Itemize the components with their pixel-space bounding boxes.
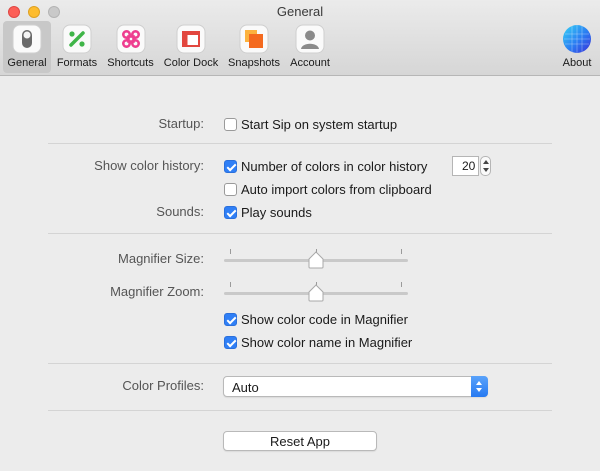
start-on-startup-checkbox[interactable] (224, 117, 237, 131)
magnifier-size-slider[interactable] (224, 249, 408, 269)
tab-snapshots-label: Snapshots (228, 57, 280, 69)
select-arrows-icon[interactable] (471, 376, 488, 397)
divider (48, 363, 552, 364)
color-profiles-select[interactable]: Auto (223, 376, 488, 397)
start-on-startup-row[interactable]: Start Sip on system startup (224, 116, 397, 132)
slider-tick (401, 282, 402, 287)
divider (48, 410, 552, 411)
tab-color-dock[interactable]: Color Dock (160, 21, 222, 73)
slider-thumb[interactable] (308, 251, 324, 269)
play-sounds-checkbox[interactable] (224, 205, 237, 219)
magnifier-zoom-slider[interactable] (224, 282, 408, 302)
general-toggle-icon (12, 24, 42, 54)
number-of-colors-checkbox[interactable] (224, 159, 237, 173)
number-of-colors-row[interactable]: Number of colors in color history (224, 158, 427, 174)
show-color-name-checkbox[interactable] (224, 335, 237, 349)
tab-snapshots[interactable]: Snapshots (224, 21, 284, 73)
show-color-name-row[interactable]: Show color name in Magnifier (224, 334, 412, 350)
stepper-down-icon[interactable] (483, 168, 489, 172)
auto-import-checkbox[interactable] (224, 182, 237, 196)
slider-tick (230, 249, 231, 254)
tab-about-label: About (562, 57, 592, 69)
color-profiles-label: Color Profiles: (122, 378, 204, 393)
number-of-colors-text: Number of colors in color history (241, 158, 428, 174)
show-color-name-text: Show color name in Magnifier (241, 334, 413, 350)
window-title: General (276, 4, 324, 19)
show-color-code-checkbox[interactable] (224, 312, 237, 326)
slider-tick (401, 249, 402, 254)
history-count-field[interactable]: 20 (452, 156, 479, 176)
stepper-up-icon[interactable] (483, 160, 489, 164)
slider-thumb[interactable] (308, 284, 324, 302)
play-sounds-row[interactable]: Play sounds (224, 204, 312, 220)
snapshots-icon (239, 24, 269, 54)
tab-formats-label: Formats (56, 57, 98, 69)
magnifier-zoom-label: Magnifier Zoom: (110, 284, 204, 299)
shortcuts-command-icon (116, 24, 146, 54)
color-profiles-value: Auto (232, 380, 259, 395)
tab-general-label: General (7, 57, 47, 69)
tab-shortcuts[interactable]: Shortcuts (103, 21, 158, 73)
reset-app-button[interactable]: Reset App (223, 431, 377, 451)
tab-account[interactable]: Account (286, 21, 334, 73)
formats-percent-icon (62, 24, 92, 54)
show-color-code-text: Show color code in Magnifier (241, 311, 408, 327)
sounds-label: Sounds: (156, 204, 204, 219)
tab-shortcuts-label: Shortcuts (107, 57, 154, 69)
start-on-startup-text: Start Sip on system startup (241, 116, 398, 132)
auto-import-text: Auto import colors from clipboard (241, 181, 432, 197)
toolbar: General General Formats Shortcuts Color … (0, 0, 600, 76)
startup-label: Startup: (158, 116, 204, 131)
tab-formats[interactable]: Formats (53, 21, 101, 73)
magnifier-size-label: Magnifier Size: (118, 251, 204, 266)
divider (48, 143, 552, 144)
tab-general[interactable]: General (3, 21, 51, 73)
sip-logo-icon (562, 24, 592, 54)
tab-about[interactable]: About (556, 21, 598, 73)
color-dock-icon (176, 24, 206, 54)
show-color-code-row[interactable]: Show color code in Magnifier (224, 311, 408, 327)
preferences-window: General General Formats Shortcuts Color … (0, 0, 600, 471)
account-user-icon (295, 24, 325, 54)
history-count-stepper[interactable] (480, 156, 491, 176)
tab-color-dock-label: Color Dock (163, 57, 219, 69)
show-color-history-label: Show color history: (94, 158, 204, 173)
play-sounds-text: Play sounds (241, 204, 312, 220)
tab-account-label: Account (290, 57, 330, 69)
slider-tick (230, 282, 231, 287)
divider (48, 233, 552, 234)
auto-import-row[interactable]: Auto import colors from clipboard (224, 181, 432, 197)
